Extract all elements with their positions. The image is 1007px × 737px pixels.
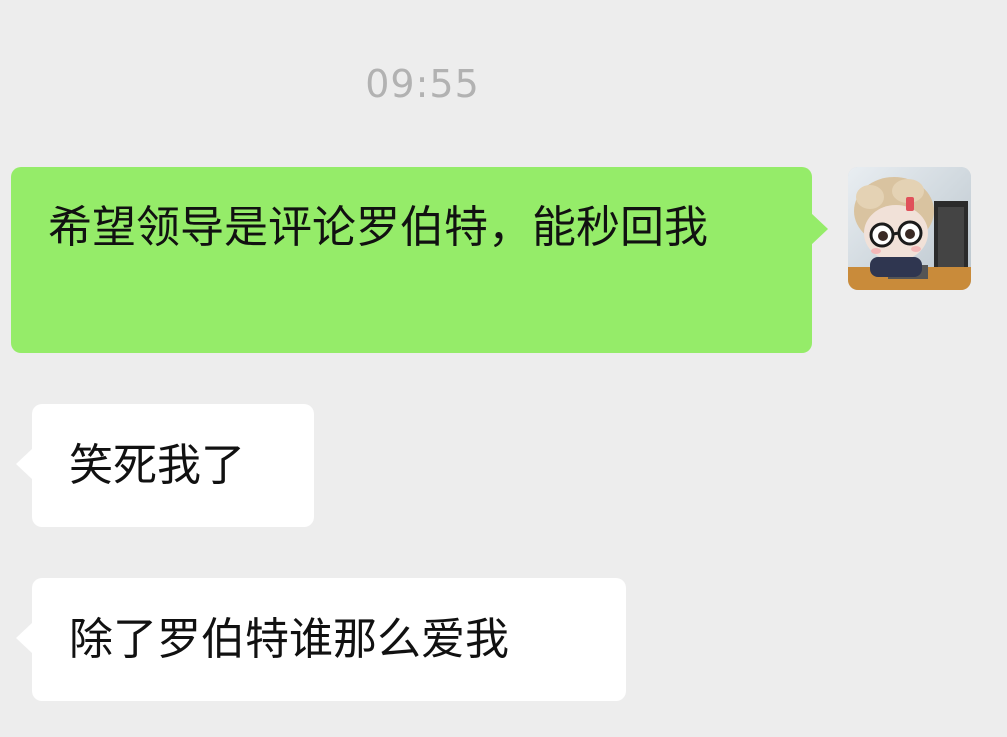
- doll-with-glasses-avatar-icon: [848, 167, 971, 290]
- incoming-message-bubble[interactable]: 除了罗伯特谁那么爱我: [16, 578, 626, 701]
- incoming-message-bubble[interactable]: 笑死我了: [16, 404, 314, 527]
- message-timestamp: 09:55: [365, 62, 480, 106]
- chat-view: 09:55 希望领导是评论罗伯特，能秒回我 笑死我了 除了罗伯特谁那么爱我: [0, 0, 1007, 737]
- message-text: 笑死我了: [69, 439, 245, 491]
- message-text: 除了罗伯特谁那么爱我: [69, 613, 509, 665]
- user-avatar[interactable]: [848, 167, 971, 290]
- message-text: 希望领导是评论罗伯特，能秒回我: [48, 202, 708, 253]
- outgoing-message-bubble[interactable]: 希望领导是评论罗伯特，能秒回我: [11, 167, 828, 353]
